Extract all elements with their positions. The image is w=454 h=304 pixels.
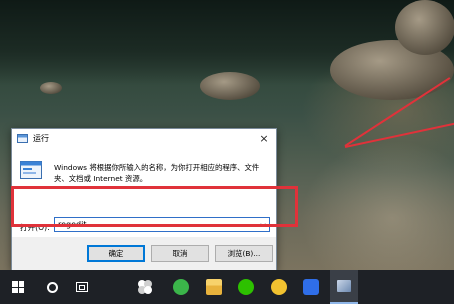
wechat-icon <box>238 279 254 295</box>
dialog-description: Windows 将根据你所输入的名称，为你打开相应的程序、文件夹、文档或 Int… <box>54 163 260 183</box>
dialog-titlebar[interactable]: 运行 × <box>12 129 276 148</box>
taskbar-wps[interactable] <box>297 270 325 304</box>
task-view-button[interactable] <box>68 270 96 304</box>
start-button[interactable] <box>4 270 32 304</box>
run-dialog: 运行 × Windows 将根据你所输入的名称，为你打开相应的程序、文件夹、文档… <box>11 128 277 271</box>
taskbar <box>0 270 454 304</box>
taskbar-wechat[interactable] <box>232 270 260 304</box>
browse-button[interactable]: 浏览(B)... <box>215 245 273 262</box>
taskbar-app-green[interactable] <box>167 270 195 304</box>
taskbar-app-yellow[interactable] <box>265 270 293 304</box>
search-circle-icon <box>46 281 58 293</box>
dialog-body: Windows 将根据你所输入的名称，为你打开相应的程序、文件夹、文档或 Int… <box>12 148 276 237</box>
wallpaper-rock <box>395 0 454 55</box>
dialog-footer: 确定 取消 浏览(B)... <box>12 237 276 271</box>
active-window-icon <box>337 280 351 292</box>
task-view-icon <box>76 282 88 292</box>
wallpaper-rock <box>200 72 260 100</box>
open-input[interactable]: regedit <box>55 220 257 229</box>
taskbar-app-pinwheel[interactable] <box>131 270 159 304</box>
wallpaper-rock <box>40 82 62 94</box>
folder-icon <box>206 279 222 295</box>
taskbar-active-window[interactable] <box>330 270 358 304</box>
dialog-title: 运行 <box>33 134 49 143</box>
wps-icon <box>303 279 319 295</box>
taskbar-file-explorer[interactable] <box>200 270 228 304</box>
ok-button[interactable]: 确定 <box>87 245 145 262</box>
search-button[interactable] <box>38 270 66 304</box>
wallpaper-water-glare <box>300 140 454 270</box>
windows-logo-icon <box>12 281 24 293</box>
chevron-down-icon[interactable]: ⌵ <box>257 220 269 229</box>
pinwheel-app-icon <box>138 280 152 294</box>
run-program-icon <box>20 161 42 179</box>
yellow-app-icon <box>271 279 287 295</box>
cancel-button[interactable]: 取消 <box>151 245 209 262</box>
close-button[interactable]: × <box>252 129 276 148</box>
open-field-label: 打开(O): <box>20 223 50 232</box>
open-combobox[interactable]: regedit ⌵ <box>54 217 270 232</box>
run-app-icon <box>17 134 28 143</box>
green-refresh-app-icon <box>173 279 189 295</box>
